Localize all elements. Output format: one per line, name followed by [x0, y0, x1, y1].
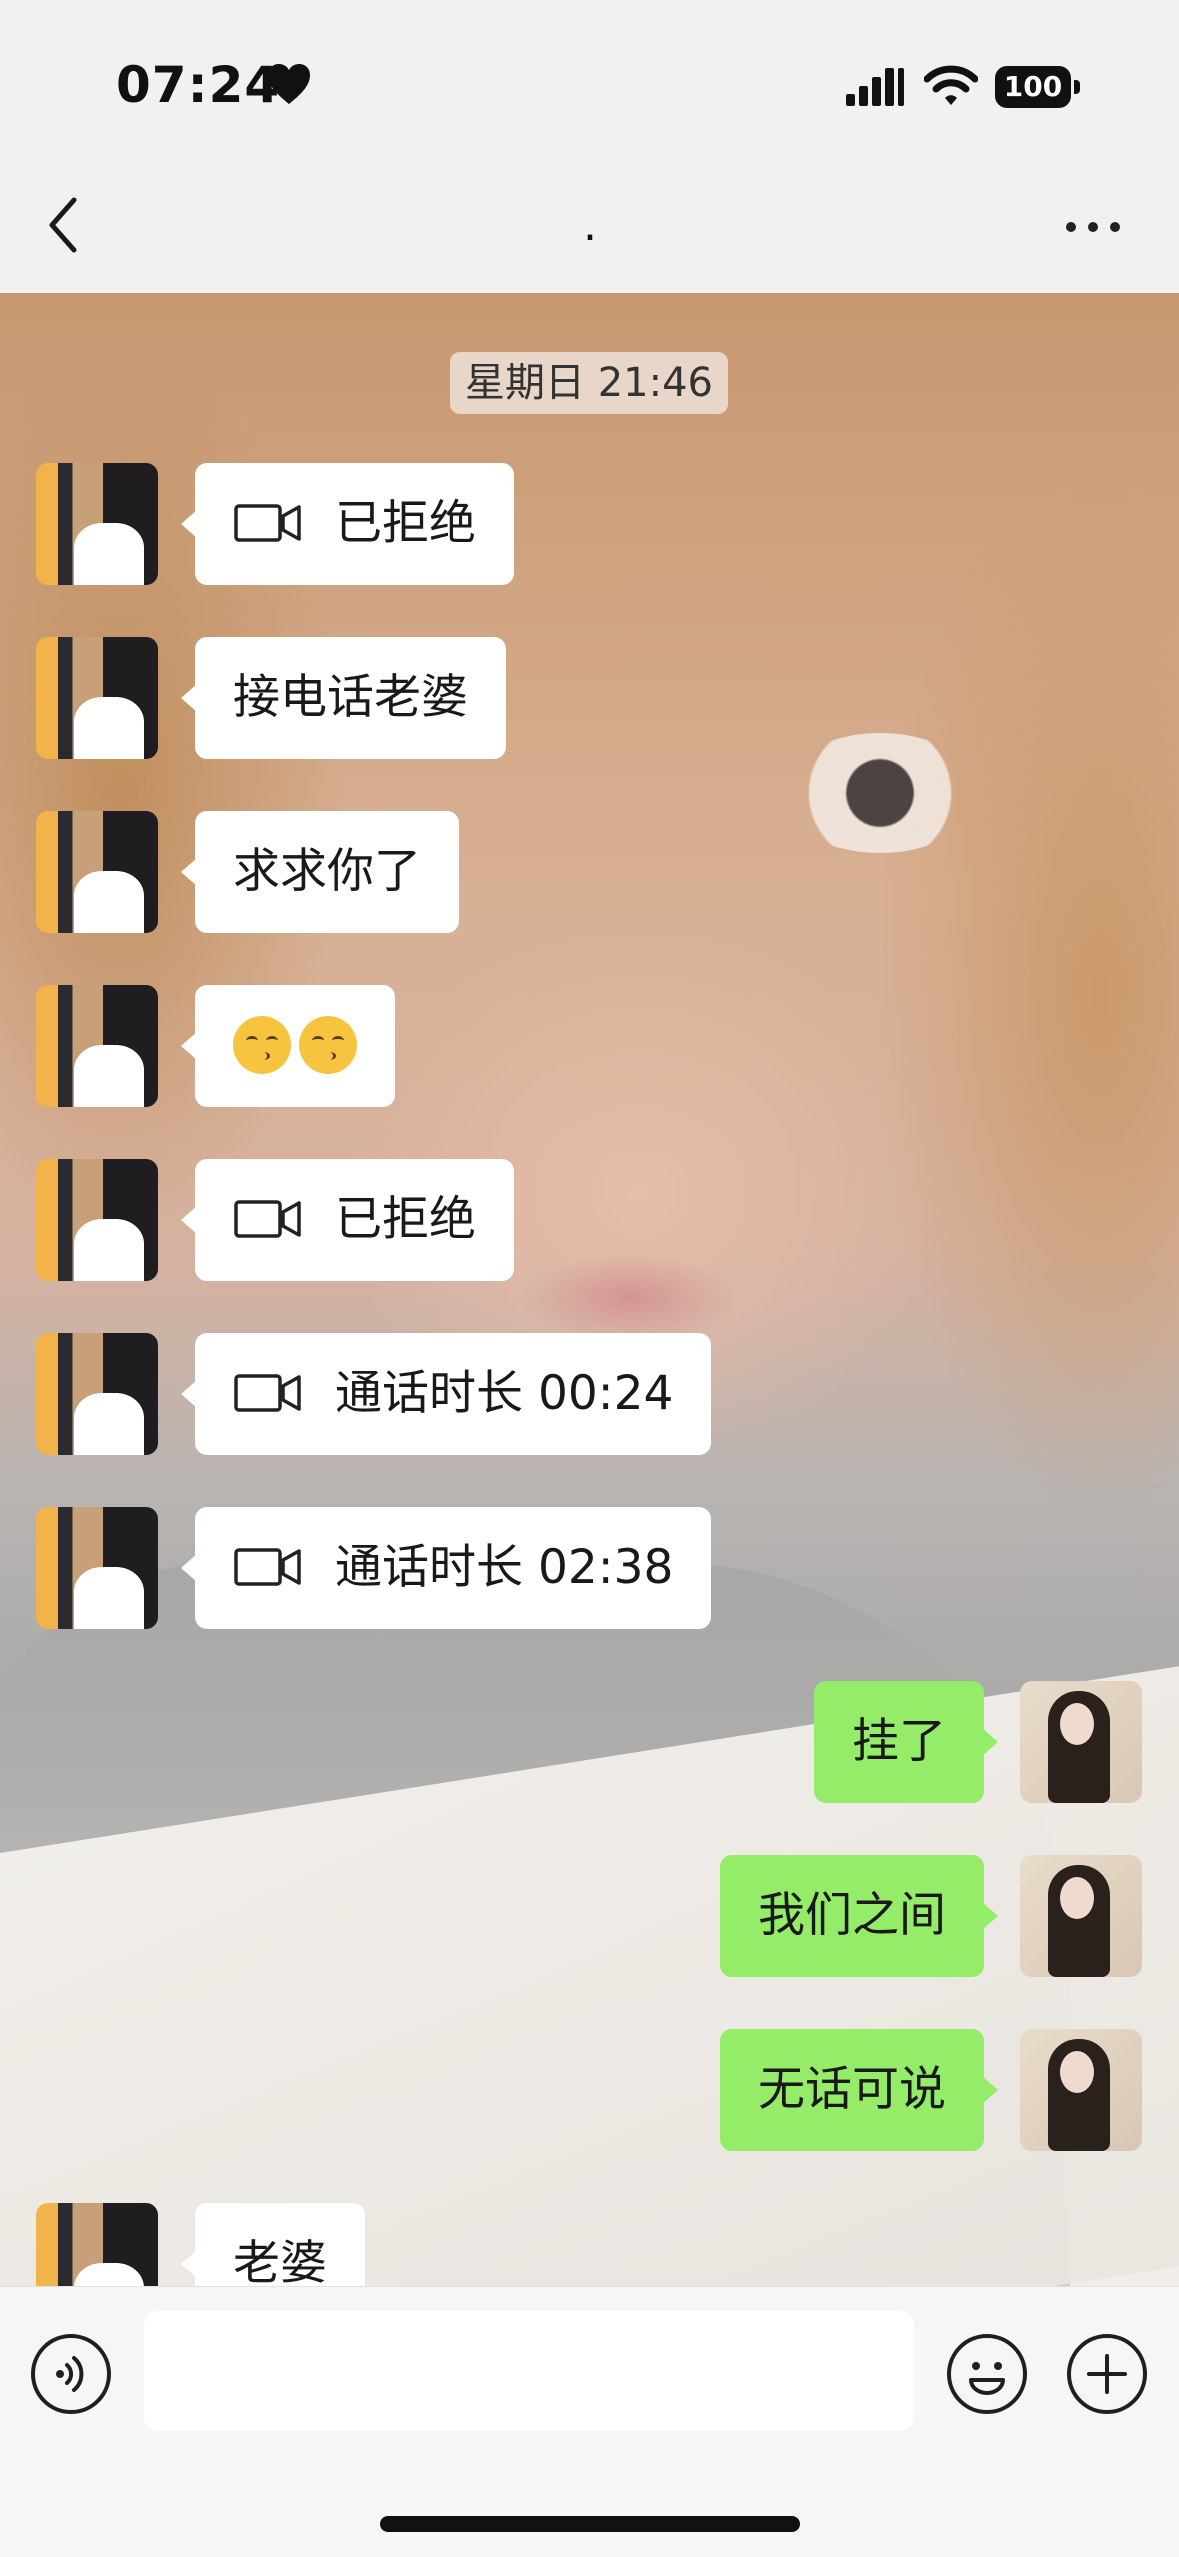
message-text: 无话可说 [758, 2062, 946, 2117]
emoji-message[interactable] [181, 985, 395, 1107]
message-text: 老婆 [233, 2236, 327, 2286]
message-text: 求求你了 [233, 844, 421, 899]
sent-text-message[interactable]: 我们之间 [720, 1855, 998, 1977]
cellular-signal-icon [846, 68, 904, 106]
message-text: 已拒绝 [335, 496, 476, 551]
text-message[interactable]: 老婆 [181, 2203, 365, 2286]
message-text: 挂了 [852, 1714, 946, 1769]
kissing-face-smiling-eyes-icon [233, 1015, 291, 1074]
more-options-icon[interactable] [1062, 205, 1124, 245]
message-list[interactable]: 星期日 21:46 已拒绝 接电话老婆 求求你了 已拒绝 通话时长 00:24 … [0, 293, 1179, 2286]
message-text: 我们之间 [758, 1888, 946, 1943]
battery-level: 100 [995, 66, 1071, 108]
contact-avatar[interactable] [36, 1507, 158, 1629]
voice-input-icon[interactable] [31, 2334, 111, 2414]
add-attachment-icon[interactable] [1067, 2334, 1147, 2414]
video-call-icon [234, 1547, 301, 1586]
chat-title: . [583, 200, 597, 251]
user-avatar[interactable] [1020, 1855, 1142, 1977]
input-bar [0, 2286, 1179, 2557]
message-text: 已拒绝 [335, 1192, 476, 1247]
video-call-icon [234, 503, 301, 542]
video-call-message[interactable]: 通话时长 02:38 [180, 1507, 712, 1629]
sent-text-message[interactable]: 挂了 [814, 1681, 998, 1803]
video-call-message[interactable]: 通话时长 00:24 [180, 1333, 712, 1455]
message-text: 接电话老婆 [233, 670, 468, 725]
contact-avatar[interactable] [36, 463, 158, 585]
message-input[interactable] [144, 2311, 914, 2431]
back-chevron-icon[interactable] [40, 190, 90, 260]
video-call-icon [234, 1199, 301, 1238]
status-time: 07:24 [116, 56, 281, 114]
emoji-picker-icon[interactable] [947, 2334, 1027, 2414]
contact-avatar[interactable] [36, 1333, 158, 1455]
contact-avatar[interactable] [36, 985, 158, 1107]
user-avatar[interactable] [1020, 2029, 1142, 2151]
home-indicator[interactable] [380, 2516, 800, 2532]
battery-icon: 100 [995, 66, 1081, 108]
wifi-icon [924, 65, 978, 105]
contact-avatar[interactable] [36, 637, 158, 759]
text-message[interactable]: 求求你了 [181, 811, 459, 933]
heart-icon [268, 64, 310, 104]
top-bar: 07:24 100 . [0, 0, 1179, 293]
contact-avatar[interactable] [36, 1159, 158, 1281]
contact-avatar[interactable] [36, 811, 158, 933]
message-text: 通话时长 00:24 [335, 1366, 674, 1421]
kissing-face-smiling-eyes-icon [299, 1015, 357, 1074]
video-call-message[interactable]: 已拒绝 [181, 1159, 514, 1281]
sent-text-message[interactable]: 无话可说 [720, 2029, 998, 2151]
text-message[interactable]: 接电话老婆 [181, 637, 506, 759]
message-text: 通话时长 02:38 [335, 1540, 674, 1595]
message-timestamp: 星期日 21:46 [450, 352, 728, 414]
video-call-message[interactable]: 已拒绝 [181, 463, 514, 585]
video-call-icon [234, 1373, 301, 1412]
user-avatar[interactable] [1020, 1681, 1142, 1803]
contact-avatar[interactable] [36, 2203, 158, 2286]
